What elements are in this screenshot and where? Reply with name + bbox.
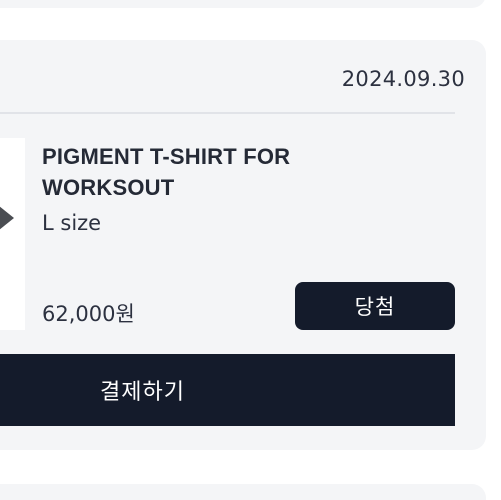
product-option: L size <box>42 211 102 235</box>
status-badge[interactable]: 당첨 <box>295 282 455 330</box>
product-thumbnail[interactable] <box>0 138 25 330</box>
pay-button[interactable]: 결제하기 <box>0 354 455 426</box>
order-divider <box>0 112 455 114</box>
order-date: 2024.09.30 <box>341 67 465 91</box>
order-card-next <box>0 484 486 500</box>
order-card-previous <box>0 0 486 8</box>
arrow-right-icon <box>0 202 14 234</box>
order-list: 2024.09.30 PIGMENT T-SHIRT FOR WORKSOUT … <box>0 0 501 500</box>
product-name[interactable]: PIGMENT T-SHIRT FOR WORKSOUT <box>42 141 342 203</box>
product-price: 62,000원 <box>42 302 135 326</box>
